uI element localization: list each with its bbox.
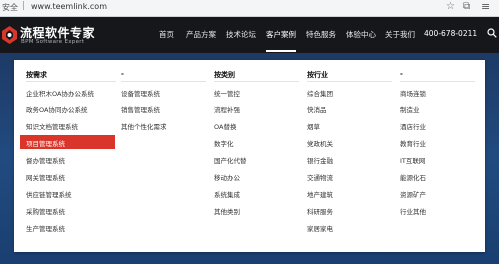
column-head-by-need: 按需求 [26, 71, 47, 79]
menu-item[interactable]: 能源化石 [400, 172, 426, 182]
menu-item[interactable]: 行业其他 [400, 206, 426, 216]
menu-item[interactable]: 网关管理系统 [26, 172, 65, 182]
bookmark-star-icon[interactable]: ☆ [446, 1, 455, 12]
menu-item[interactable]: 教育行业 [400, 138, 426, 148]
reading-list-icon[interactable]: ⧉ [463, 1, 470, 12]
column-head-by-industry: 按行业 [307, 71, 328, 79]
hotline-phone: 400-678-0211 [424, 29, 478, 38]
nav-services[interactable]: 特色服务 [306, 29, 336, 40]
menu-item-project-management[interactable]: 项目管理系统 [26, 138, 65, 148]
menu-item[interactable]: 移动办公 [214, 172, 240, 182]
menu-item[interactable]: OA替换 [214, 121, 236, 131]
separator: | [22, 1, 26, 11]
browser-address-bar: 安全 | www.teemlink.com ☆ ⧉ ≡ [0, 0, 499, 17]
menu-item[interactable]: 其他类别 [214, 206, 240, 216]
menu-item[interactable]: 烟草 [307, 121, 320, 131]
site-header: 流程软件专家 BPM Software Expert 首页 产品方案 技术论坛 … [0, 17, 499, 53]
menu-item[interactable]: 督办管理系统 [26, 155, 65, 165]
menu-item[interactable]: 生产管理系统 [26, 223, 65, 233]
nav-products[interactable]: 产品方案 [186, 29, 216, 40]
nav-about[interactable]: 关于我们 [385, 29, 415, 40]
column-head-blank: - [121, 70, 124, 78]
menu-item[interactable]: 制造业 [400, 104, 420, 114]
search-icon[interactable] [487, 28, 497, 38]
menu-item[interactable]: 统一管控 [214, 88, 240, 98]
menu-item[interactable]: 企业积木OA协办公系统 [26, 88, 94, 98]
menu-item[interactable]: 系统集成 [214, 189, 240, 199]
column-head-blank-2: - [400, 70, 403, 78]
menu-item[interactable]: 流程补强 [214, 104, 240, 114]
column-divider [26, 81, 116, 82]
nav-cases[interactable]: 客户案例 [266, 29, 296, 40]
logo-subtitle: BPM Software Expert [21, 39, 85, 45]
menu-item[interactable]: 资源矿产 [400, 189, 426, 199]
menu-item[interactable]: 其他个性化需求 [121, 121, 167, 131]
column-divider [307, 81, 392, 82]
menu-item[interactable]: 国产化代替 [214, 155, 247, 165]
menu-item[interactable]: 酒店行业 [400, 121, 426, 131]
menu-item[interactable]: 供应链管理系统 [26, 189, 72, 199]
site-logo[interactable]: 流程软件专家 BPM Software Expert [0, 22, 110, 50]
menu-item[interactable]: 科研服务 [307, 206, 333, 216]
menu-item[interactable]: 家居家电 [307, 223, 333, 233]
nav-home[interactable]: 首页 [159, 29, 174, 40]
column-divider [214, 81, 299, 82]
menu-item[interactable]: 交通物流 [307, 172, 333, 182]
menu-item[interactable]: 快消品 [307, 104, 327, 114]
security-label[interactable]: 安全 [2, 2, 18, 13]
active-nav-indicator [266, 50, 296, 52]
menu-item[interactable]: 销售管理系统 [121, 104, 160, 114]
column-divider [400, 81, 475, 82]
menu-item[interactable]: 政务OA协同办公系统 [26, 104, 87, 114]
menu-item[interactable]: 综合集团 [307, 88, 333, 98]
menu-item[interactable]: IT互联网 [400, 155, 425, 165]
column-head-by-category: 按类别 [214, 71, 235, 79]
menu-item[interactable]: 商场连锁 [400, 88, 426, 98]
browser-menu-icon[interactable]: ≡ [481, 0, 490, 13]
column-divider [121, 81, 206, 82]
menu-item[interactable]: 银行金融 [307, 155, 333, 165]
menu-item[interactable]: 知识文档管理系统 [26, 121, 78, 131]
menu-item[interactable]: 设备管理系统 [121, 88, 160, 98]
nav-forum[interactable]: 技术论坛 [226, 29, 256, 40]
cases-dropdown-menu: 按需求 企业积木OA协办公系统 政务OA协同办公系统 知识文档管理系统 项目管理… [14, 60, 485, 252]
logo-mark-icon [2, 26, 17, 44]
menu-item[interactable]: 地产建筑 [307, 189, 333, 199]
menu-item[interactable]: 采购管理系统 [26, 206, 65, 216]
url-field[interactable]: www.teemlink.com [31, 2, 107, 11]
nav-experience[interactable]: 体验中心 [346, 29, 376, 40]
menu-item[interactable]: 数字化 [214, 138, 234, 148]
menu-item[interactable]: 党政机关 [307, 138, 333, 148]
